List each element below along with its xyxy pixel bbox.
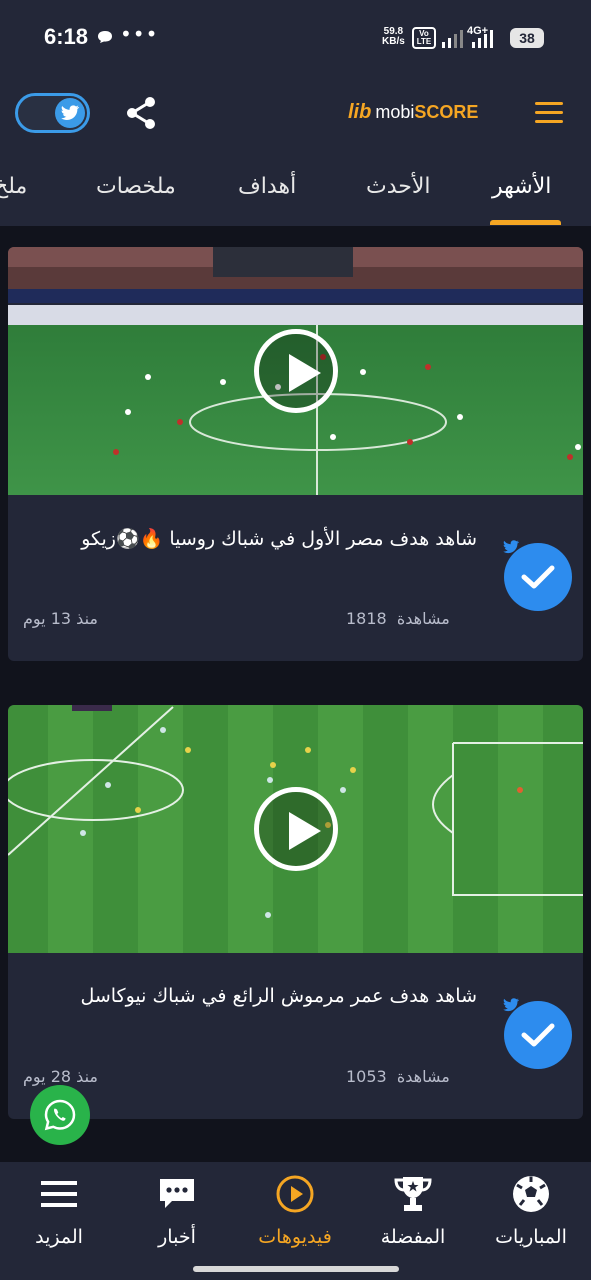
trophy-icon <box>353 1172 473 1216</box>
signal-icon <box>442 28 466 52</box>
logo-mark: lib <box>348 101 372 123</box>
nav-more-label: المزيد <box>35 1226 83 1248</box>
nav-favorites-label: المفضلة <box>380 1226 446 1248</box>
play-button[interactable] <box>254 329 338 413</box>
play-circle-icon <box>235 1172 355 1216</box>
nav-videos[interactable]: فيديوهات <box>235 1172 355 1248</box>
post-age: منذ 28 يوم <box>23 1067 98 1086</box>
volte-icon: Vo LTE <box>412 27 436 49</box>
category-tabs: الأشهر الأحدث أهداف ملخصات ملخ <box>0 172 591 226</box>
whatsapp-icon <box>44 1099 76 1131</box>
nav-favorites[interactable]: المفضلة <box>353 1172 473 1248</box>
twitter-icon <box>502 997 520 1016</box>
nav-news[interactable]: أخبار <box>117 1172 237 1248</box>
video-thumbnail[interactable] <box>8 247 583 495</box>
video-title: شاهد هدف مصر الأول في شباك روسيا 🔥⚽زيكو <box>81 528 477 550</box>
nav-videos-label: فيديوهات <box>258 1226 332 1248</box>
video-card[interactable]: شاهد هدف مصر الأول في شباك روسيا 🔥⚽زيكو … <box>8 247 583 661</box>
nav-more[interactable]: المزيد <box>0 1172 119 1248</box>
nav-matches-label: المباريات <box>495 1226 567 1248</box>
tab-partial[interactable]: ملخ <box>0 174 27 199</box>
bottom-navigation: المزيد أخبار فيديوهات المفضلة المباريات <box>0 1162 591 1280</box>
tab-highlights[interactable]: ملخصات <box>96 174 176 199</box>
post-age: منذ 13 يوم <box>23 609 98 628</box>
active-tab-indicator <box>490 220 561 225</box>
football-icon <box>471 1172 591 1216</box>
more-notifications-icon: ••• <box>120 22 159 46</box>
menu-icon <box>0 1172 119 1216</box>
nav-news-label: أخبار <box>158 1226 196 1248</box>
video-card[interactable]: شاهد هدف عمر مرموش الرائع في شباك نيوكاس… <box>8 705 583 1119</box>
nav-matches[interactable]: المباريات <box>471 1172 591 1248</box>
mobiscore-logo: lib mobiSCORE <box>348 101 478 124</box>
video-thumbnail[interactable] <box>8 705 583 953</box>
home-indicator[interactable] <box>193 1266 399 1272</box>
share-icon[interactable] <box>125 96 157 134</box>
hamburger-menu-icon[interactable] <box>535 102 563 124</box>
twitter-toggle[interactable] <box>15 93 90 133</box>
signal-2-icon <box>472 28 502 52</box>
play-button[interactable] <box>254 787 338 871</box>
logo-text: mobiSCORE <box>375 102 479 122</box>
tab-popular[interactable]: الأشهر <box>492 174 551 199</box>
view-count: مشاهدة 1053 <box>346 1067 450 1086</box>
battery-indicator: 38 <box>510 28 544 48</box>
tab-goals[interactable]: أهداف <box>238 174 296 199</box>
status-bar: 6:18 ••• 59.8 KB/s Vo LTE 4G+ 38 <box>0 0 591 76</box>
whatsapp-button[interactable] <box>30 1085 90 1145</box>
app-header: lib mobiSCORE الأشهر الأحدث أهداف ملخصات… <box>0 76 591 226</box>
twitter-icon <box>502 539 520 558</box>
tab-latest[interactable]: الأحدث <box>366 174 431 199</box>
twitter-icon <box>55 98 85 128</box>
chat-bubble-icon <box>97 29 113 48</box>
chat-icon <box>117 1172 237 1216</box>
network-speed: 59.8 KB/s <box>382 26 405 47</box>
view-count: مشاهدة 1818 <box>346 609 450 628</box>
video-title: شاهد هدف عمر مرموش الرائع في شباك نيوكاس… <box>80 985 477 1007</box>
status-time: 6:18 <box>44 24 89 49</box>
